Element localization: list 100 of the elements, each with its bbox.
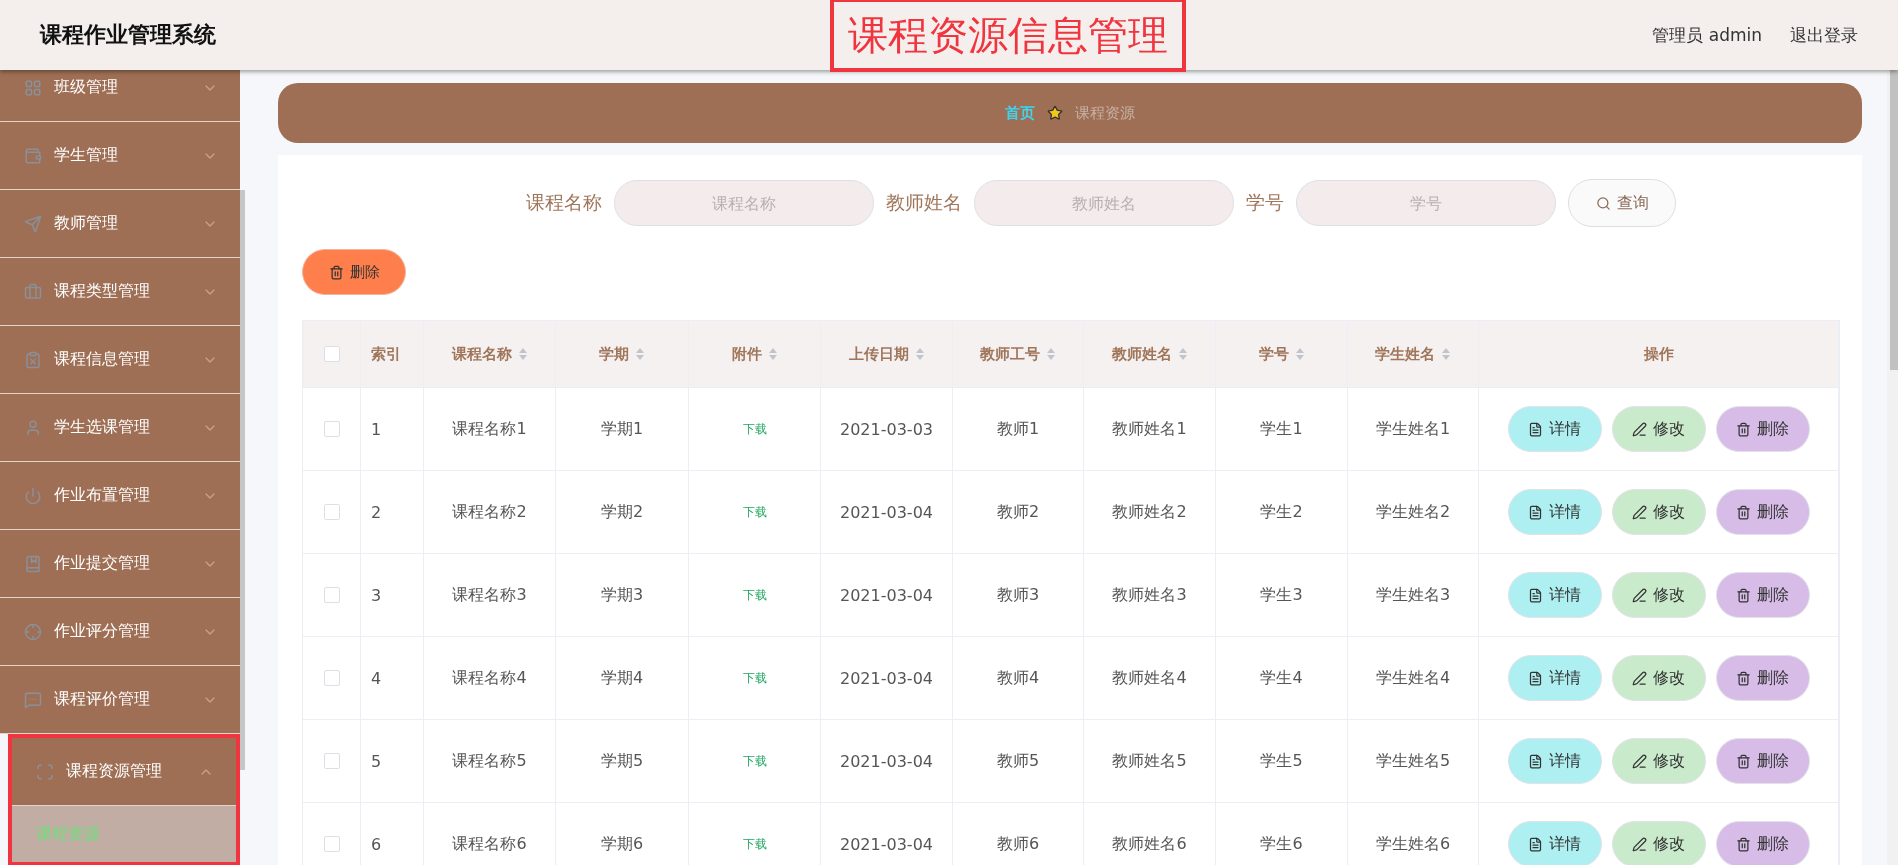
- table-cell: 学生6: [1260, 833, 1303, 855]
- table-cell: 教师姓名4: [1112, 667, 1187, 689]
- sort-icon[interactable]: [1177, 347, 1188, 361]
- table-cell: 2: [371, 502, 382, 522]
- sort-icon[interactable]: [635, 347, 645, 361]
- table-cell: 课程名称2: [452, 501, 527, 523]
- table-cell: 学生姓名4: [1375, 667, 1451, 689]
- edit-button[interactable]: 修改: [1611, 821, 1706, 865]
- document-icon: [1528, 836, 1543, 852]
- download-link[interactable]: 下载: [742, 586, 767, 604]
- detail-button[interactable]: 详情: [1507, 406, 1602, 452]
- scrollbar-thumb[interactable]: [1889, 70, 1898, 370]
- table-cell: 教师2: [996, 501, 1040, 523]
- delete-button[interactable]: 删除: [1715, 489, 1810, 535]
- download-link[interactable]: 下载: [742, 420, 767, 438]
- column-header: 附件: [731, 344, 762, 364]
- checkbox[interactable]: [323, 504, 340, 520]
- detail-button[interactable]: 详情: [1507, 572, 1602, 618]
- table-cell: 2021-03-04: [840, 668, 933, 688]
- download-link[interactable]: 下载: [742, 503, 767, 521]
- edit-button[interactable]: 修改: [1611, 572, 1706, 618]
- table-cell: 教师姓名3: [1112, 584, 1187, 606]
- search-field[interactable]: 教师姓名: [974, 180, 1234, 226]
- download-link[interactable]: 下载: [742, 835, 767, 853]
- table-cell: 学生4: [1260, 667, 1303, 689]
- table-cell: 教师3: [996, 584, 1040, 606]
- table-cell: 教师6: [996, 833, 1040, 855]
- search-button[interactable]: 查询: [1568, 179, 1676, 227]
- logout-link[interactable]: 退出登录: [1790, 23, 1858, 47]
- table-cell: 学生姓名5: [1375, 750, 1451, 772]
- paper-plane-icon: [24, 214, 42, 233]
- table-cell: 学期3: [600, 584, 644, 606]
- edit-button[interactable]: 修改: [1611, 406, 1706, 452]
- column-header: 教师姓名: [1111, 344, 1172, 364]
- sort-icon[interactable]: [1046, 347, 1056, 361]
- table-cell: 2021-03-04: [840, 502, 933, 522]
- delete-button[interactable]: 删除: [302, 249, 406, 295]
- checkbox[interactable]: [323, 836, 340, 852]
- table-cell: 课程名称6: [452, 833, 527, 855]
- table-cell: 学期4: [600, 667, 644, 689]
- search-icon: [1595, 195, 1611, 211]
- table-cell: 教师姓名6: [1112, 833, 1187, 855]
- detail-button[interactable]: 详情: [1507, 738, 1602, 784]
- table-cell: 教师4: [996, 667, 1040, 689]
- table-cell: 学生5: [1260, 750, 1303, 772]
- table-cell: 2021-03-04: [840, 751, 933, 771]
- download-link[interactable]: 下载: [742, 752, 767, 770]
- table-cell: 教师1: [996, 418, 1040, 440]
- column-header: 上传日期: [848, 344, 909, 364]
- delete-button[interactable]: 删除: [1715, 738, 1810, 784]
- frame-icon: [36, 762, 54, 781]
- checkbox[interactable]: [323, 587, 340, 603]
- field-label: 课程名称: [526, 190, 602, 215]
- detail-button[interactable]: 详情: [1507, 821, 1602, 865]
- search-field[interactable]: 课程名称: [614, 180, 874, 226]
- edit-button[interactable]: 修改: [1611, 489, 1706, 535]
- document-icon: [1528, 504, 1543, 520]
- scrollbar-thumb[interactable]: [240, 190, 245, 770]
- star-icon: [1047, 105, 1063, 121]
- detail-button[interactable]: 详情: [1507, 655, 1602, 701]
- sort-icon[interactable]: [517, 347, 528, 361]
- pencil-icon: [1632, 670, 1647, 686]
- detail-button[interactable]: 详情: [1507, 489, 1602, 535]
- table-cell: 学生姓名6: [1375, 833, 1451, 855]
- crosshair-icon: [24, 622, 42, 641]
- column-header: 学号: [1258, 344, 1289, 364]
- delete-button[interactable]: 删除: [1715, 821, 1810, 865]
- delete-button[interactable]: 删除: [1715, 655, 1810, 701]
- table-cell: 5: [371, 751, 382, 771]
- table-cell: 课程名称5: [452, 750, 527, 772]
- field-label: 学号: [1246, 190, 1284, 215]
- user-label: 管理员 admin: [1652, 23, 1762, 47]
- document-icon: [1528, 421, 1543, 437]
- table-cell: 学期5: [600, 750, 644, 772]
- sort-icon[interactable]: [1294, 347, 1305, 361]
- checkbox[interactable]: [323, 346, 340, 362]
- column-header: 课程名称: [451, 344, 512, 364]
- checkbox[interactable]: [323, 753, 340, 769]
- sort-icon[interactable]: [914, 347, 925, 361]
- checkbox[interactable]: [323, 670, 340, 686]
- edit-button[interactable]: 修改: [1611, 738, 1706, 784]
- sort-icon[interactable]: [1441, 347, 1451, 361]
- table-cell: 课程名称3: [452, 584, 527, 606]
- edit-button[interactable]: 修改: [1611, 655, 1706, 701]
- download-link[interactable]: 下载: [742, 669, 767, 687]
- checkbox[interactable]: [323, 421, 340, 437]
- table-cell: 2021-03-04: [840, 834, 933, 854]
- table-cell: 学生姓名1: [1375, 418, 1451, 440]
- delete-button[interactable]: 删除: [1715, 406, 1810, 452]
- delete-button[interactable]: 删除: [1715, 572, 1810, 618]
- table-cell: 2021-03-03: [840, 419, 933, 439]
- chat-icon: [24, 690, 42, 709]
- table-cell: 学期1: [600, 418, 644, 440]
- table-cell: 课程名称1: [452, 418, 527, 440]
- table-cell: 学生姓名2: [1375, 501, 1451, 523]
- search-field[interactable]: 学号: [1296, 180, 1556, 226]
- person-icon: [24, 418, 42, 437]
- document-icon: [1528, 670, 1543, 686]
- sort-icon[interactable]: [767, 347, 778, 361]
- table-cell: 课程名称4: [452, 667, 527, 689]
